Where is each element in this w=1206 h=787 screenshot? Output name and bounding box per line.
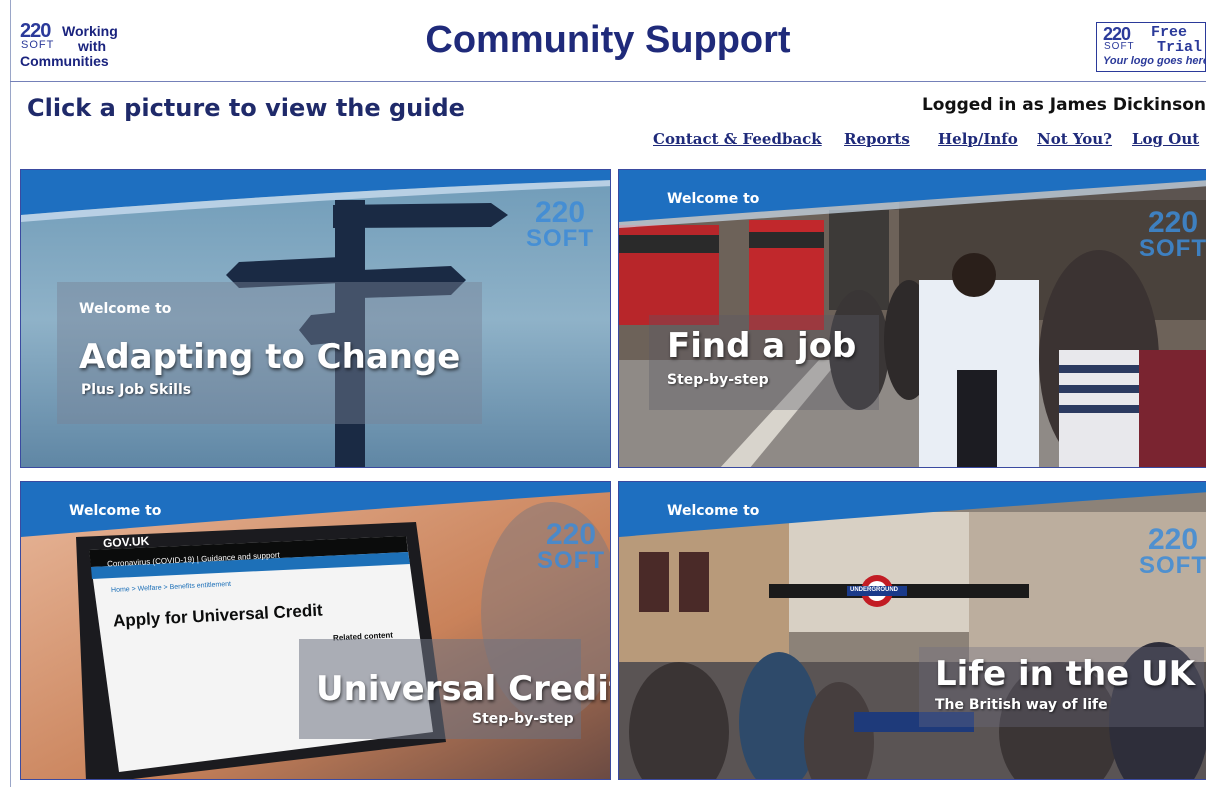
card-find-a-job[interactable]: 220 SOFT Welcome to Find a job Step-by-s… (618, 169, 1206, 468)
instruction-text: Click a picture to view the guide (27, 94, 465, 122)
card-subtitle: Step-by-step (667, 372, 769, 388)
reports-link[interactable]: Reports (844, 130, 910, 148)
brand-logo: 220 SOFT (1139, 525, 1206, 579)
card-welcome: Welcome to (667, 191, 760, 207)
card-subtitle: The British way of life (935, 697, 1108, 713)
brand-logo: 220 SOFT (1139, 208, 1206, 262)
card-title: Adapting to Change (79, 337, 461, 377)
page-title: Community Support (425, 19, 791, 61)
card-subtitle: Plus Job Skills (81, 382, 192, 398)
card-subtitle: Step-by-step (472, 711, 574, 727)
brand-soft: SOFT (526, 225, 594, 252)
trial-logo-trial: Trial (1157, 39, 1203, 56)
card-welcome: Welcome to (667, 503, 760, 519)
contact-feedback-link[interactable]: Contact & Feedback (653, 130, 822, 148)
govuk-site-label: GOV.UK (102, 533, 150, 551)
card-title: Find a job (667, 326, 857, 366)
log-out-link[interactable]: Log Out (1132, 130, 1199, 148)
card-welcome: Welcome to (79, 301, 172, 317)
brand-logo: 220 SOFT (537, 520, 605, 574)
card-title: Life in the UK (935, 654, 1196, 694)
trial-logo-caption: Your logo goes here (1103, 55, 1206, 67)
help-info-link[interactable]: Help/Info (938, 130, 1018, 148)
brand-soft: SOFT (1139, 552, 1206, 579)
card-welcome: Welcome to (69, 503, 162, 519)
brand-logo: 220 SOFT (526, 198, 594, 252)
header: 220 SOFT Working with Communities Commun… (10, 0, 1206, 82)
not-you-link[interactable]: Not You? (1037, 130, 1112, 148)
card-universal-credit[interactable]: GOV.UK Coronavirus (COVID-19) | Guidance… (20, 481, 611, 780)
trial-logo-soft: SOFT (1104, 41, 1135, 52)
brand-soft: SOFT (1139, 235, 1206, 262)
logged-in-status: Logged in as James Dickinson (921, 95, 1206, 115)
card-title: Universal Credit (316, 669, 611, 709)
card-adapting-to-change[interactable]: 220 SOFT Welcome to Adapting to Change P… (20, 169, 611, 468)
card-life-in-the-uk[interactable]: UNDERGROUND 220 SOFT Welcome to Life in … (618, 481, 1206, 780)
free-trial-logo[interactable]: 220 SOFT Free Trial Your logo goes here (1096, 22, 1206, 72)
piccadilly-image (619, 482, 1206, 779)
brand-soft: SOFT (537, 547, 605, 574)
underground-sign: UNDERGROUND (850, 587, 898, 593)
